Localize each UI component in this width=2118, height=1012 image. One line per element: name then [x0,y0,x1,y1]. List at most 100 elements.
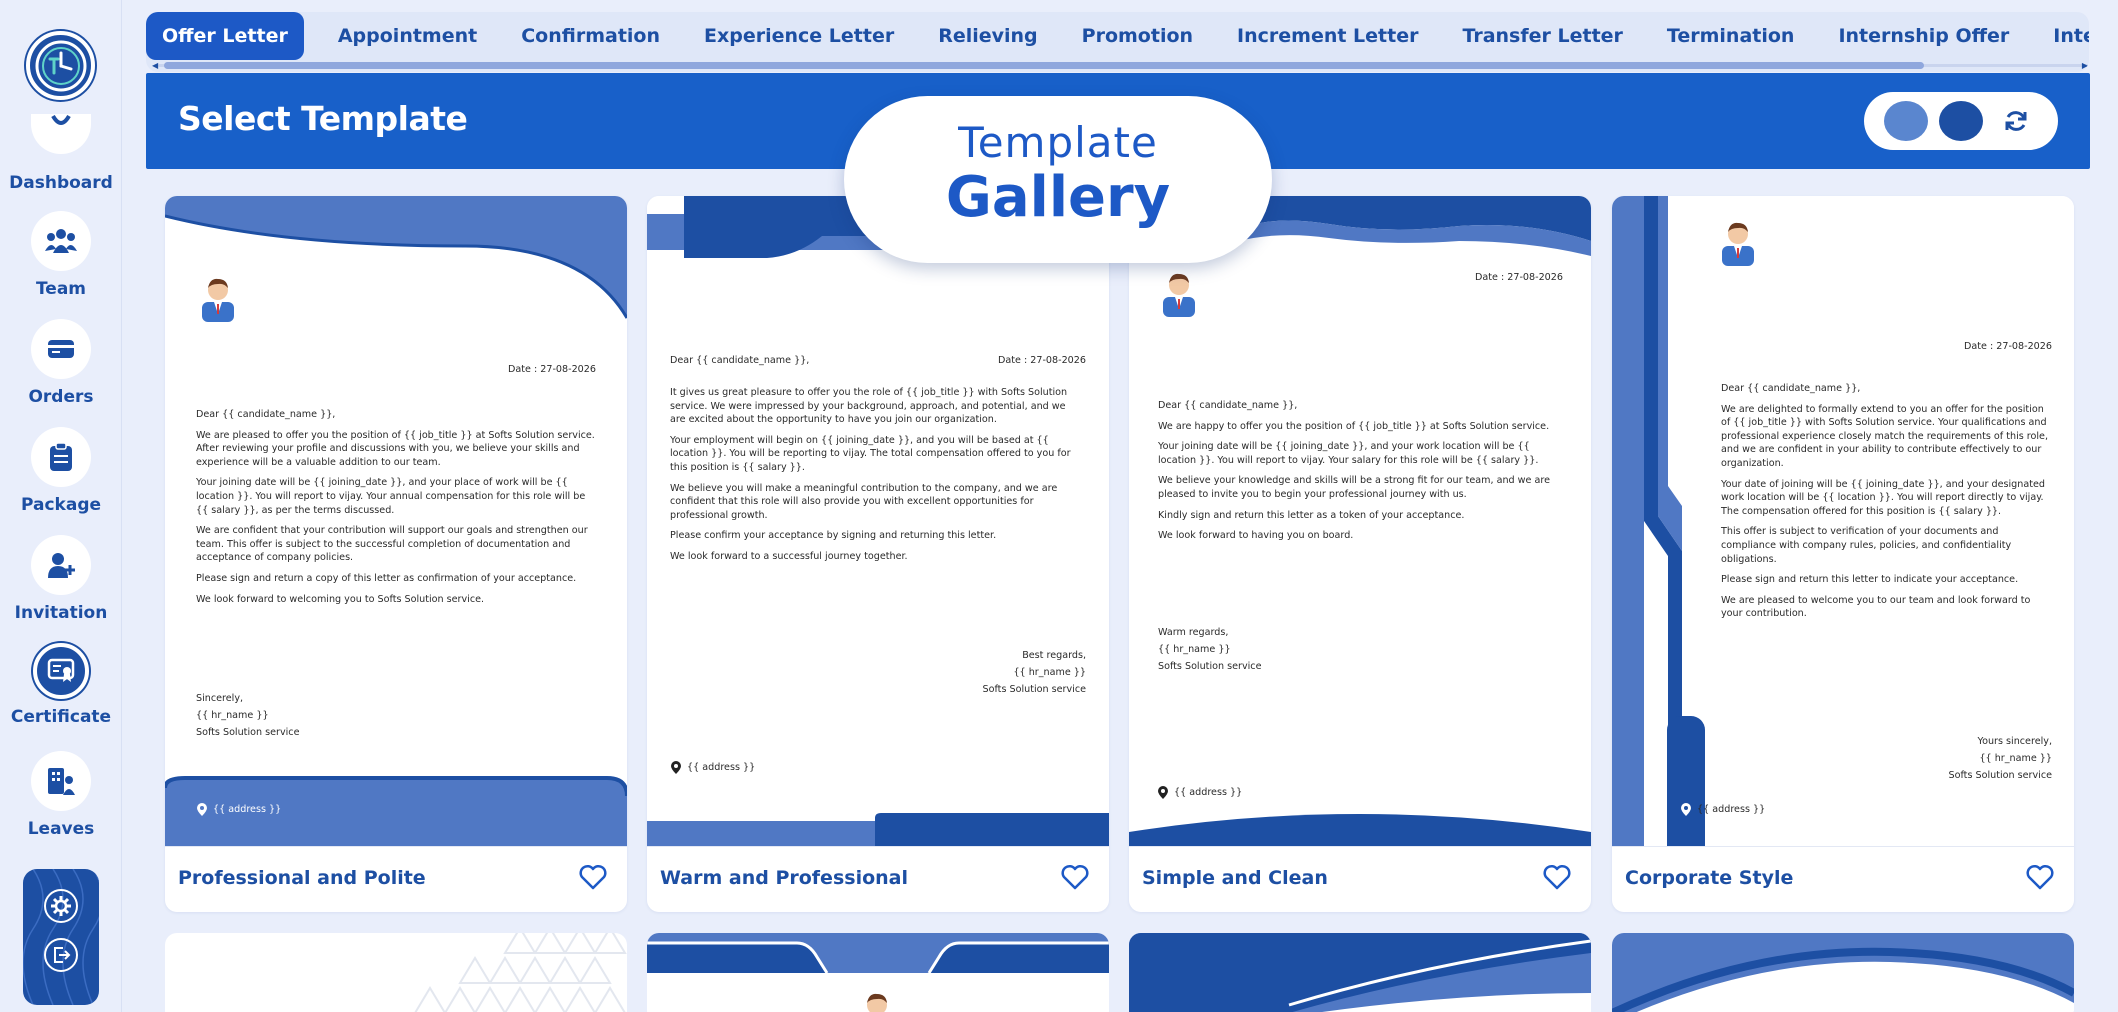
letter-closing: Sincerely, [196,693,244,704]
sidebar-item-invitation[interactable]: Invitation [0,535,122,623]
letter-body: Dear {{ candidate_name }}, We are deligh… [1721,382,2053,628]
theme-switcher [1864,92,2058,150]
tab-transfer-letter[interactable]: Transfer Letter [1440,12,1644,60]
package-icon-circle[interactable] [31,427,91,487]
scroll-right-icon[interactable]: ▶ [2082,61,2088,70]
dashboard-icon-circle[interactable] [31,114,91,154]
letter-paragraph: We are delighted to formally extend to y… [1721,403,2049,469]
refresh-button[interactable] [1994,101,2038,141]
template-card-row2-1[interactable] [165,933,627,1012]
scroll-thumb[interactable] [164,62,1924,69]
letter-hr-name: {{ hr_name }} [1013,667,1086,678]
settings-button[interactable] [44,889,78,923]
letter-paragraph: We are pleased to welcome you to our tea… [1721,594,2031,620]
letter-paragraph: We look forward to a successful journey … [670,550,908,562]
letter-paragraph: We are happy to offer you the position o… [1158,420,1550,432]
heart-icon[interactable] [1543,864,1571,890]
card-footer: Professional and Polite [165,846,627,912]
sidebar-item-team[interactable]: Team [0,211,122,299]
card-footer: Simple and Clean [1129,846,1591,912]
template-preview: Date : 27-08-2026 Dear {{ candidate_name… [1612,196,2074,846]
letter-paragraph: We believe your knowledge and skills wil… [1158,475,1550,500]
letter-date: Date : 27-08-2026 [507,364,596,375]
heart-icon[interactable] [579,864,607,890]
sidebar: Dashboard Team Orders Package Invitation… [0,0,122,1012]
sidebar-item-package[interactable]: Package [0,427,122,515]
address-text: {{ address }} [1174,787,1243,798]
letter-closing: Best regards, [1022,650,1086,661]
tabs-scrollbar[interactable]: ◀ ▶ [152,61,2088,70]
sidebar-item-label: Dashboard [9,173,113,193]
card-footer: Warm and Professional [647,846,1109,912]
template-preview: Date : 27-08-2026 Dear {{ candidate_name… [165,196,627,846]
sidebar-item-label: Invitation [14,603,108,623]
dashboard-icon [51,114,71,125]
location-pin-icon [197,803,207,816]
template-card-row2-4[interactable] [1612,933,2074,1012]
letter-greeting: Dear {{ candidate_name }}, [196,409,336,420]
template-card-warm[interactable]: Dear {{ candidate_name }}, Date : 27-08-… [647,196,1109,912]
certificate-icon-circle[interactable] [33,643,89,699]
letter-signature: Warm regards, {{ hr_name }} Softs Soluti… [1158,624,1261,675]
card-decoration [1612,933,2074,1012]
tab-offer-letter[interactable]: Offer Letter [146,12,304,60]
card-decoration [647,933,1109,1012]
tab-row: Offer Letter Appointment Confirmation Ex… [146,12,2089,60]
heart-icon[interactable] [1061,864,1089,890]
tab-experience-letter[interactable]: Experience Letter [682,12,916,60]
tab-termination[interactable]: Termination [1645,12,1817,60]
letter-paragraph: Your date of joining will be {{ joining_… [1721,478,2045,517]
scroll-left-icon[interactable]: ◀ [152,61,158,70]
template-title: Simple and Clean [1142,867,1328,889]
letter-paragraph: Please sign and return a copy of this le… [196,572,577,584]
orders-icon-circle[interactable] [31,319,91,379]
badge-line-2: Gallery [945,165,1171,230]
letter-hr-name: {{ hr_name }} [1158,644,1231,655]
sidebar-item-label: Certificate [10,707,112,727]
sidebar-item-label: Team [35,279,87,299]
tab-promotion[interactable]: Promotion [1060,12,1215,60]
refresh-icon [2005,111,2027,131]
letter-type-tabs: Offer Letter Appointment Confirmation Ex… [146,12,2089,72]
team-icon [45,229,77,253]
page-title: Select Template [178,99,468,138]
sidebar-item-dashboard[interactable]: Dashboard [0,173,122,193]
letter-closing: Warm regards, [1158,627,1229,638]
invitation-icon-circle[interactable] [31,535,91,595]
sidebar-item-orders[interactable]: Orders [0,319,122,407]
template-card-corporate[interactable]: Date : 27-08-2026 Dear {{ candidate_name… [1612,196,2074,912]
app-logo[interactable] [26,31,95,100]
team-icon-circle[interactable] [31,211,91,271]
heart-icon[interactable] [2026,864,2054,890]
template-card-simple[interactable]: Date : 27-08-2026 Dear {{ candidate_name… [1129,196,1591,912]
tab-relieving[interactable]: Relieving [916,12,1059,60]
letter-body: Dear {{ candidate_name }}, We are happy … [1158,399,1568,550]
tab-confirmation[interactable]: Confirmation [499,12,682,60]
tab-increment-letter[interactable]: Increment Letter [1215,12,1440,60]
sidebar-bottom-panel [23,869,99,1005]
logout-button[interactable] [44,938,78,972]
tab-internship-completion[interactable]: Internship Completion [2031,12,2089,60]
tab-appointment[interactable]: Appointment [316,12,499,60]
leaves-icon-circle[interactable] [31,751,91,811]
theme-dark-option[interactable] [1939,101,1983,141]
letter-signature: Best regards, {{ hr_name }} Softs Soluti… [983,647,1086,698]
add-user-icon [48,553,75,578]
letter-paragraph: We are confident that your contribution … [196,525,588,564]
letter-paragraph: We believe you will make a meaningful co… [670,482,1058,521]
tab-internship-offer[interactable]: Internship Offer [1816,12,2031,60]
template-card-row2-2[interactable] [647,933,1109,1012]
sidebar-item-leaves[interactable]: Leaves [0,751,122,839]
sidebar-item-certificate[interactable]: Certificate [0,643,122,727]
template-card-row2-3[interactable] [1129,933,1591,1012]
letter-greeting: Dear {{ candidate_name }}, [1158,400,1298,411]
template-gallery-badge: Template Gallery [844,96,1272,263]
template-card-professional[interactable]: Date : 27-08-2026 Dear {{ candidate_name… [165,196,627,912]
letter-paragraph: Your employment will begin on {{ joining… [670,434,1071,473]
letter-hr-name: {{ hr_name }} [1979,753,2052,764]
theme-light-option[interactable] [1884,101,1928,141]
avatar-icon [1722,222,1754,266]
sidebar-item-label: Leaves [27,819,95,839]
leaves-icon [48,768,75,795]
letter-greeting: Dear {{ candidate_name }}, [1721,383,1861,394]
